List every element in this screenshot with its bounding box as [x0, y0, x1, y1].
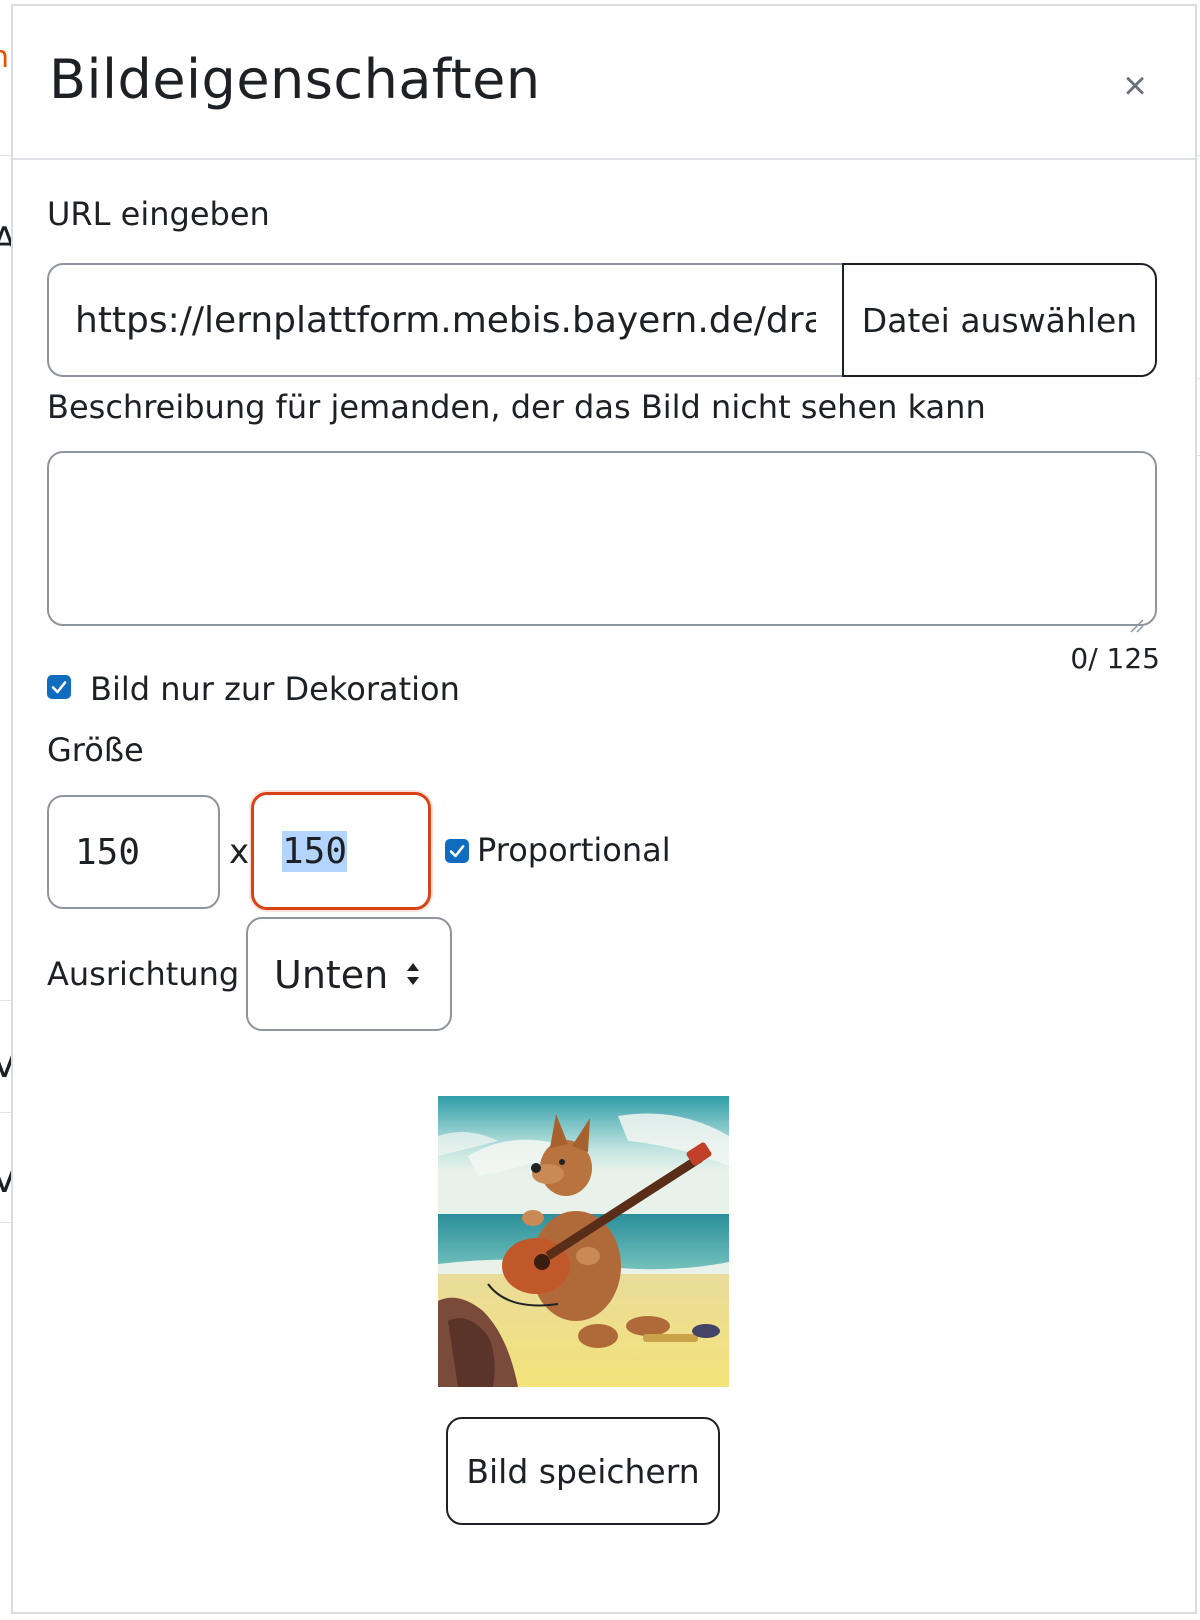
decorative-label: Bild nur zur Dekoration [90, 670, 460, 708]
description-label: Beschreibung für jemanden, der das Bild … [47, 388, 986, 426]
save-image-button[interactable]: Bild speichern [446, 1417, 720, 1525]
height-input[interactable]: 150 [251, 792, 431, 910]
width-input[interactable] [47, 795, 220, 909]
size-separator: x [229, 832, 250, 872]
checkmark-icon [449, 845, 465, 858]
decorative-checkbox[interactable] [47, 675, 71, 699]
choose-file-button[interactable]: Datei auswählen [842, 263, 1157, 377]
proportional-label: Proportional [477, 831, 671, 869]
dialog-title: Bildeigenschaften [49, 48, 541, 111]
size-label: Größe [47, 731, 144, 769]
alignment-selected-value: Unten [274, 953, 389, 997]
url-input-group: Datei auswählen [47, 263, 1157, 377]
description-textarea[interactable] [47, 451, 1157, 626]
resize-grip-icon[interactable] [1128, 617, 1144, 633]
image-preview [438, 1096, 729, 1387]
dialog-header: Bildeigenschaften × [13, 6, 1195, 160]
close-icon: × [1123, 64, 1147, 108]
height-value-selected: 150 [282, 830, 348, 872]
checkmark-icon [51, 681, 67, 694]
character-counter: 0/ 125 [1070, 642, 1160, 675]
select-arrows-icon [407, 963, 419, 985]
close-button[interactable]: × [1115, 66, 1155, 106]
proportional-checkbox[interactable] [445, 839, 469, 863]
url-input[interactable] [47, 263, 842, 377]
alignment-select[interactable]: Unten [246, 917, 452, 1031]
alignment-label: Ausrichtung [47, 955, 240, 993]
url-label: URL eingeben [47, 195, 270, 233]
